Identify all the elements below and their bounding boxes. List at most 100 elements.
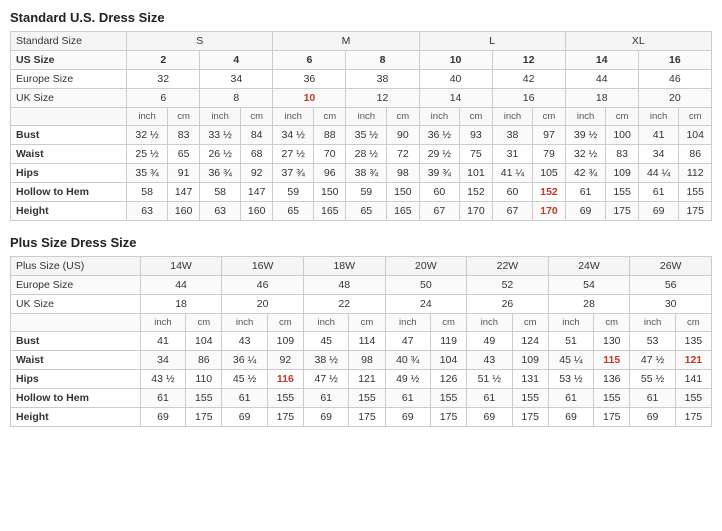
eu-32: 32 bbox=[127, 70, 200, 89]
plus-uk-22: 22 bbox=[303, 295, 385, 314]
plus-hips-20w-cm: 126 bbox=[431, 370, 467, 389]
waist-m6-inch: 27 ½ bbox=[273, 145, 314, 164]
plus-eu-48: 48 bbox=[303, 276, 385, 295]
s-group: S bbox=[127, 32, 273, 51]
plus-hollow-26w-inch: 61 bbox=[630, 389, 675, 408]
plus-eu-label: Europe Size bbox=[11, 276, 141, 295]
plus-table: Plus Size (US) 14W 16W 18W 20W 22W 24W 2… bbox=[10, 256, 712, 427]
waist-l12-inch: 31 bbox=[492, 145, 533, 164]
plus-waist-26w-inch: 47 ½ bbox=[630, 351, 675, 370]
waist-s2-inch: 25 ½ bbox=[127, 145, 168, 164]
plus-unit-inch-7: inch bbox=[630, 314, 675, 332]
standard-size-label: Standard Size bbox=[11, 32, 127, 51]
hollow-xl16-cm: 155 bbox=[679, 183, 712, 202]
plus-eu-52: 52 bbox=[467, 276, 549, 295]
waist-label: Waist bbox=[11, 145, 127, 164]
plus-hips-16w-cm: 116 bbox=[267, 370, 303, 389]
unit-inch-8: inch bbox=[638, 108, 679, 126]
plus-bust-20w-inch: 47 bbox=[385, 332, 430, 351]
unit-cm-7: cm bbox=[606, 108, 638, 126]
unit-inch-1: inch bbox=[127, 108, 168, 126]
waist-xl16-cm: 86 bbox=[679, 145, 712, 164]
hollow-m8-inch: 59 bbox=[346, 183, 387, 202]
plus-height-18w-cm: 175 bbox=[349, 408, 385, 427]
height-m8-inch: 65 bbox=[346, 202, 387, 221]
plus-unit-cm-1: cm bbox=[186, 314, 222, 332]
plus-hips-22w-cm: 131 bbox=[512, 370, 548, 389]
unit-cm-3: cm bbox=[314, 108, 346, 126]
plus-height-22w-inch: 69 bbox=[467, 408, 512, 427]
bust-s4-inch: 33 ½ bbox=[200, 126, 241, 145]
uk-8: 8 bbox=[200, 89, 273, 108]
eu-42: 42 bbox=[492, 70, 565, 89]
plus-waist-14w-inch: 34 bbox=[140, 351, 185, 370]
plus-uk-18: 18 bbox=[140, 295, 222, 314]
us-14: 14 bbox=[565, 51, 638, 70]
bust-l12-cm: 97 bbox=[533, 126, 565, 145]
plus-hips-18w-cm: 121 bbox=[349, 370, 385, 389]
us-8: 8 bbox=[346, 51, 419, 70]
unit-inch-7: inch bbox=[565, 108, 606, 126]
waist-xl14-cm: 83 bbox=[606, 145, 638, 164]
uk-size-label: UK Size bbox=[11, 89, 127, 108]
hips-xl16-cm: 112 bbox=[679, 164, 712, 183]
height-s2-cm: 160 bbox=[167, 202, 199, 221]
height-m6-inch: 65 bbox=[273, 202, 314, 221]
bust-m6-inch: 34 ½ bbox=[273, 126, 314, 145]
p-16w: 16W bbox=[222, 257, 304, 276]
plus-height-22w-cm: 175 bbox=[512, 408, 548, 427]
plus-bust-24w-cm: 130 bbox=[594, 332, 630, 351]
plus-unit-cm-4: cm bbox=[431, 314, 467, 332]
hollow-xl14-cm: 155 bbox=[606, 183, 638, 202]
hollow-m6-inch: 59 bbox=[273, 183, 314, 202]
unit-empty bbox=[11, 108, 127, 126]
hollow-l10-cm: 152 bbox=[460, 183, 492, 202]
us-size-label: US Size bbox=[11, 51, 127, 70]
plus-unit-inch-6: inch bbox=[548, 314, 593, 332]
hollow-m6-cm: 150 bbox=[314, 183, 346, 202]
plus-uk-30: 30 bbox=[630, 295, 712, 314]
plus-waist-26w-cm: 121 bbox=[675, 351, 711, 370]
plus-waist-20w-cm: 104 bbox=[431, 351, 467, 370]
unit-cm-2: cm bbox=[241, 108, 273, 126]
plus-height-24w-cm: 175 bbox=[594, 408, 630, 427]
plus-hollow-16w-cm: 155 bbox=[267, 389, 303, 408]
p-18w: 18W bbox=[303, 257, 385, 276]
waist-l10-cm: 75 bbox=[460, 145, 492, 164]
plus-bust-20w-cm: 119 bbox=[431, 332, 467, 351]
p-24w: 24W bbox=[548, 257, 630, 276]
uk-10: 10 bbox=[273, 89, 346, 108]
plus-hips-16w-inch: 45 ½ bbox=[222, 370, 267, 389]
plus-hollow-14w-cm: 155 bbox=[186, 389, 222, 408]
plus-hips-14w-inch: 43 ½ bbox=[140, 370, 185, 389]
hollow-l10-inch: 60 bbox=[419, 183, 460, 202]
hollow-s4-inch: 58 bbox=[200, 183, 241, 202]
hips-l10-cm: 101 bbox=[460, 164, 492, 183]
hips-l10-inch: 39 ¾ bbox=[419, 164, 460, 183]
hips-m8-inch: 38 ¾ bbox=[346, 164, 387, 183]
uk-6: 6 bbox=[127, 89, 200, 108]
waist-s4-inch: 26 ½ bbox=[200, 145, 241, 164]
plus-height-label: Height bbox=[11, 408, 141, 427]
height-s4-cm: 160 bbox=[241, 202, 273, 221]
plus-hips-24w-cm: 136 bbox=[594, 370, 630, 389]
standard-table: Standard Size S M L XL US Size 2 4 6 8 1… bbox=[10, 31, 712, 221]
plus-title: Plus Size Dress Size bbox=[10, 235, 712, 250]
plus-waist-16w-inch: 36 ¼ bbox=[222, 351, 267, 370]
height-s2-inch: 63 bbox=[127, 202, 168, 221]
plus-height-14w-inch: 69 bbox=[140, 408, 185, 427]
height-xl16-inch: 69 bbox=[638, 202, 679, 221]
plus-uk-28: 28 bbox=[548, 295, 630, 314]
hips-s4-inch: 36 ¾ bbox=[200, 164, 241, 183]
plus-waist-label: Waist bbox=[11, 351, 141, 370]
plus-uk-26: 26 bbox=[467, 295, 549, 314]
plus-waist-24w-inch: 45 ¼ bbox=[548, 351, 593, 370]
unit-cm-1: cm bbox=[167, 108, 199, 126]
height-l12-cm: 170 bbox=[533, 202, 565, 221]
plus-bust-14w-inch: 41 bbox=[140, 332, 185, 351]
waist-m8-cm: 72 bbox=[387, 145, 419, 164]
us-16: 16 bbox=[638, 51, 711, 70]
unit-inch-6: inch bbox=[492, 108, 533, 126]
bust-m6-cm: 88 bbox=[314, 126, 346, 145]
plus-hollow-22w-inch: 61 bbox=[467, 389, 512, 408]
